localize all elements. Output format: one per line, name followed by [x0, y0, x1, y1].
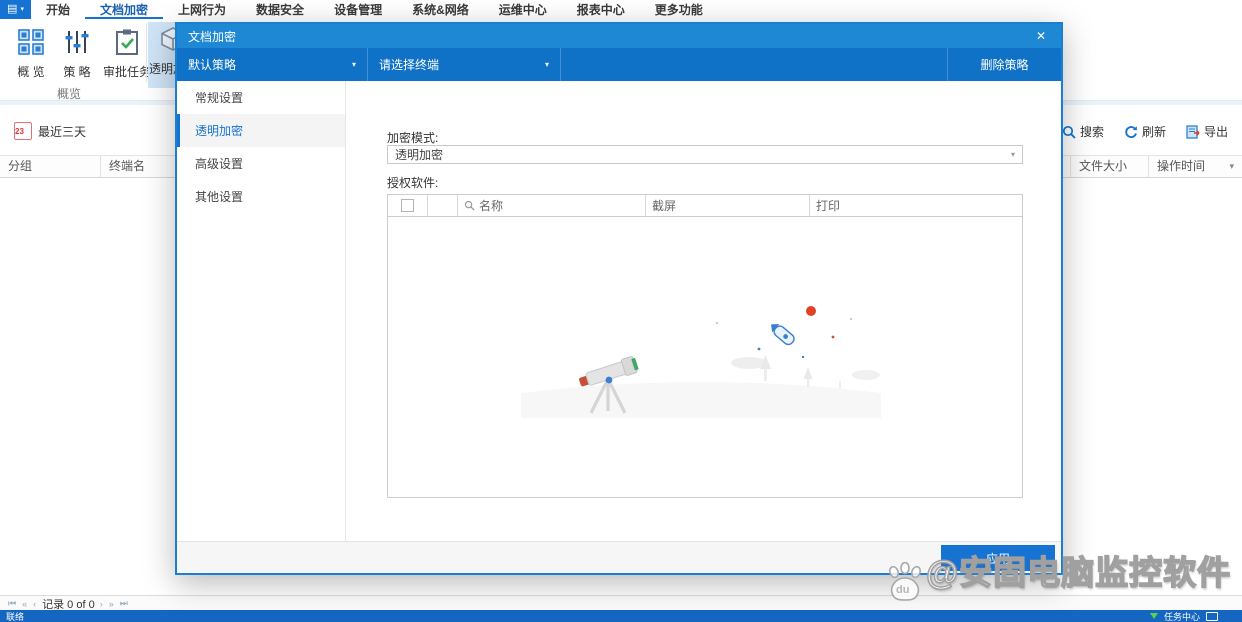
refresh-button-label: 刷新: [1141, 125, 1166, 139]
tab-more-features[interactable]: 更多功能: [640, 0, 718, 19]
ribbon-group-label: 概览: [56, 87, 81, 101]
dialog-sidebar: 常规设置 透明加密 高级设置 其他设置: [177, 81, 346, 542]
rocket: [771, 323, 795, 346]
ribbon-tab-bar: ▤ ▾ 开始 文档加密 上网行为 数据安全 设备管理 系统&网络 运维中心 报表…: [0, 0, 1242, 19]
tool-overview-label: 概 览: [17, 65, 45, 79]
encryption-mode-value: 透明加密: [395, 148, 444, 162]
pager-next-icon[interactable]: ›: [100, 599, 104, 609]
sidebar-item-advanced[interactable]: 高级设置: [177, 147, 345, 180]
download-arrow-icon: [1149, 613, 1158, 619]
column-header-optime[interactable]: 操作时间: [1148, 156, 1242, 177]
index-column-header: [428, 195, 458, 216]
pager-last-icon[interactable]: ⏭: [120, 598, 129, 609]
column-header-group[interactable]: 分组: [0, 156, 108, 177]
tool-policy[interactable]: 策 略: [52, 25, 102, 80]
task-center-button[interactable]: 任务中心: [1164, 610, 1200, 622]
column-header-filesize[interactable]: 文件大小: [1070, 156, 1157, 177]
close-icon[interactable]: ✕: [1032, 29, 1050, 43]
tool-policy-label: 策 略: [63, 65, 91, 79]
chevron-down-icon: ▾: [20, 6, 24, 13]
bottom-taskbar: 联络 任务中心: [0, 610, 1242, 622]
screenshot-column-header[interactable]: 截屏: [646, 195, 810, 216]
date-range-filter[interactable]: 23 最近三天: [14, 122, 86, 140]
delete-policy-button[interactable]: 删除策略: [948, 48, 1061, 81]
export-icon: [1186, 124, 1200, 139]
search-icon: [464, 200, 475, 211]
policy-dropdown-value: 默认策略: [188, 58, 237, 72]
tab-system-network[interactable]: 系统&网络: [397, 0, 484, 19]
pager-fast-next-icon[interactable]: »: [109, 599, 115, 609]
status-bar: ⏮ « ‹ 记录 0 of 0 › » ⏭: [0, 595, 1242, 611]
sliders-icon: [52, 25, 102, 59]
terminal-dropdown[interactable]: 请选择终端 ▾: [368, 48, 561, 81]
search-button[interactable]: 搜索: [1056, 120, 1110, 143]
sidebar-item-transparent[interactable]: 透明加密: [177, 114, 345, 147]
chevron-down-icon: ▾: [1010, 150, 1015, 159]
search-button-label: 搜索: [1079, 125, 1104, 139]
policy-dropdown[interactable]: 默认策略 ▾: [177, 48, 368, 81]
tab-ops-center[interactable]: 运维中心: [484, 0, 562, 19]
app-menu-button[interactable]: ▤ ▾: [0, 0, 31, 19]
refresh-icon: [1124, 125, 1138, 139]
name-column-header[interactable]: 名称: [458, 195, 646, 216]
sidebar-item-general[interactable]: 常规设置: [177, 81, 345, 114]
software-table-header: 名称 截屏 打印: [388, 195, 1022, 217]
dialog-footer: 应用: [177, 541, 1061, 573]
export-button-label: 导出: [1203, 125, 1228, 139]
authorized-software-label: 授权软件:: [387, 176, 439, 190]
select-all-checkbox[interactable]: [401, 199, 414, 212]
chevron-down-icon: ▾: [544, 60, 549, 69]
application-window: ▤ ▾ 开始 文档加密 上网行为 数据安全 设备管理 系统&网络 运维中心 报表…: [0, 0, 1242, 622]
software-table-empty-body: [388, 217, 1022, 498]
dialog-title-bar: 文档加密 ✕: [177, 24, 1061, 48]
tab-doc-encryption[interactable]: 文档加密: [85, 0, 163, 19]
window-icon[interactable]: [1206, 611, 1218, 621]
document-encryption-dialog: 文档加密 ✕ 默认策略 ▾ 请选择终端 ▾ 删除策略 常规设置 透明加密 高级设…: [175, 22, 1063, 575]
date-range-label: 最近三天: [38, 124, 87, 139]
search-icon: [1062, 125, 1076, 139]
tab-report-center[interactable]: 报表中心: [562, 0, 640, 19]
grid-overview-icon: [6, 25, 56, 59]
taskbar-status-text: 联络: [6, 611, 25, 622]
chevron-down-icon: ▾: [351, 60, 356, 69]
dialog-body: 常规设置 透明加密 高级设置 其他设置 加密模式: 透明加密 ▾ 授权软件: 名…: [177, 81, 1061, 542]
encryption-mode-select[interactable]: 透明加密 ▾: [387, 145, 1023, 164]
tab-start[interactable]: 开始: [31, 0, 85, 19]
pager-fast-prev-icon[interactable]: «: [22, 599, 28, 609]
ribbon-divider: [146, 23, 147, 82]
terminal-dropdown-value: 请选择终端: [379, 58, 440, 72]
encryption-mode-label: 加密模式:: [387, 131, 439, 145]
empty-state-illustration: [521, 306, 881, 418]
apply-button[interactable]: 应用: [941, 545, 1055, 571]
authorized-software-table: 名称 截屏 打印: [387, 194, 1023, 498]
print-column-header[interactable]: 打印: [810, 195, 1022, 216]
dialog-toolbar: 默认策略 ▾ 请选择终端 ▾ 删除策略: [177, 48, 1061, 81]
refresh-button[interactable]: 刷新: [1118, 120, 1172, 143]
app-logo-icon: ▤: [7, 3, 18, 15]
tab-web-behavior[interactable]: 上网行为: [163, 0, 241, 19]
dialog-main-panel: 加密模式: 透明加密 ▾ 授权软件: 名称 截屏 打印: [346, 81, 1061, 542]
pager-first-icon[interactable]: ⏮: [8, 598, 17, 609]
toolbar-spacer: [561, 48, 948, 81]
export-button[interactable]: 导出: [1180, 120, 1234, 143]
pager-prev-icon[interactable]: ‹: [33, 599, 37, 609]
tab-device-management[interactable]: 设备管理: [319, 0, 397, 19]
calendar-icon: 23: [14, 122, 32, 140]
sidebar-item-other[interactable]: 其他设置: [177, 180, 345, 213]
column-menu-caret-icon[interactable]: ▾: [1229, 156, 1234, 177]
dialog-title: 文档加密: [188, 29, 237, 44]
tab-data-security[interactable]: 数据安全: [241, 0, 319, 19]
tool-overview[interactable]: 概 览: [6, 25, 56, 80]
